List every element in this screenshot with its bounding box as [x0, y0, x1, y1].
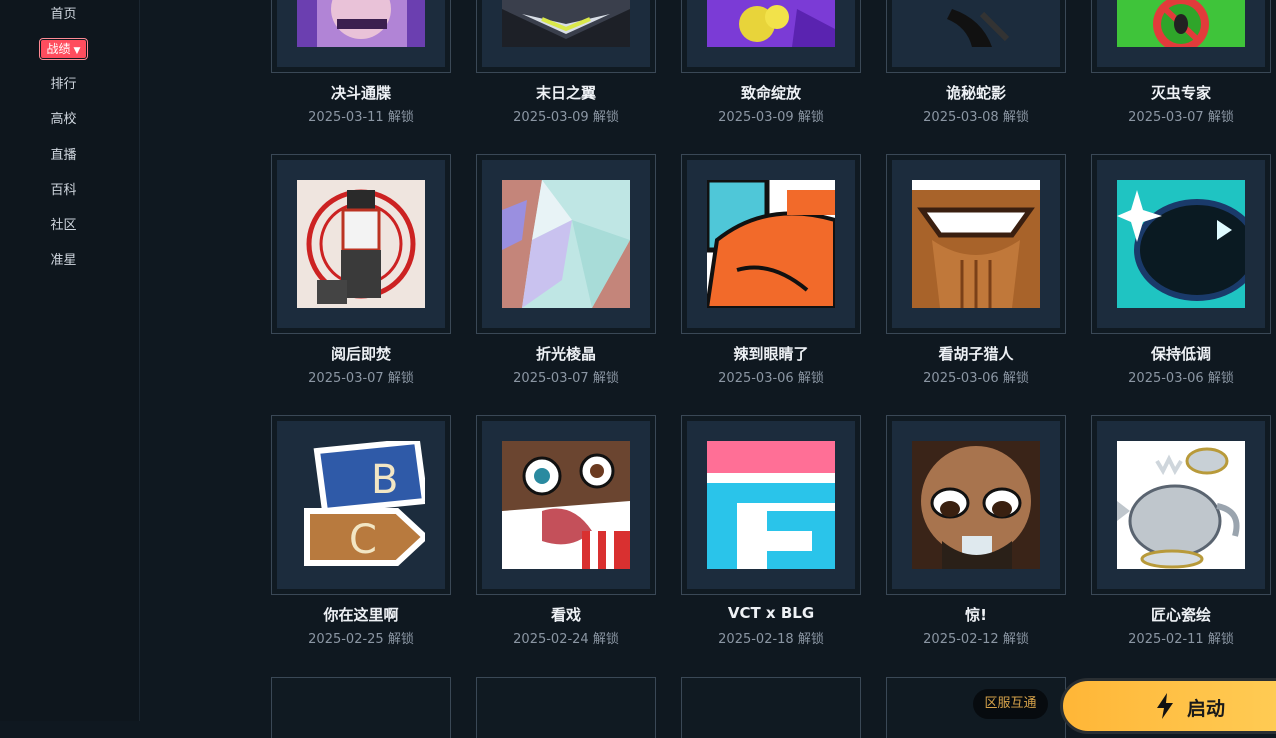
spray-unlock-date: 2025-03-06 解锁 — [1128, 371, 1234, 386]
spray-frame — [271, 154, 451, 334]
spray-frame — [681, 154, 861, 334]
region-interop-badge[interactable]: 区服互通 — [973, 689, 1048, 719]
spray-unlock-date: 2025-02-24 解锁 — [513, 632, 619, 647]
shadow-snake-spray-icon — [912, 0, 1040, 47]
spicy-eyes-spray-icon — [707, 180, 835, 308]
spray-frame — [886, 0, 1066, 73]
svg-text:B: B — [371, 457, 398, 503]
svg-text:C: C — [349, 517, 377, 563]
spray-title: 灭虫专家 — [1150, 84, 1211, 102]
spray-frame — [886, 415, 1066, 595]
spray-frame — [1091, 154, 1271, 334]
duelist-spray-icon — [297, 0, 425, 47]
deadly-bloom-spray-icon — [707, 0, 835, 47]
prism-spray-icon — [502, 180, 630, 308]
spray-title: 匠心瓷绘 — [1150, 606, 1211, 624]
spray-card-partial[interactable] — [476, 677, 656, 738]
launch-button[interactable]: 启动 — [1060, 678, 1276, 734]
spray-frame — [1091, 0, 1271, 73]
spray-frame — [886, 154, 1066, 334]
spray-title: 惊! — [965, 606, 987, 624]
spray-title: 辣到眼睛了 — [733, 345, 809, 363]
spray-title: 折光棱晶 — [535, 345, 596, 363]
spray-unlock-date: 2025-03-09 解锁 — [718, 110, 824, 125]
beard-hunter-spray-icon — [912, 180, 1040, 308]
spray-card-partial[interactable] — [271, 677, 451, 738]
spray-unlock-date: 2025-03-06 解锁 — [718, 371, 824, 386]
spray-title: 决斗通牒 — [330, 84, 391, 102]
spray-frame — [1091, 415, 1271, 595]
spray-frame — [476, 415, 656, 595]
spray-unlock-date: 2025-03-07 解锁 — [1128, 110, 1234, 125]
spray-title: 保持低调 — [1150, 345, 1211, 363]
doom-wing-spray-icon — [502, 0, 630, 47]
spray-frame: BC — [271, 415, 451, 595]
vct-blg-spray-icon — [707, 441, 835, 569]
spray-title: VCT x BLG — [727, 604, 815, 622]
launch-button-label: 启动 — [1187, 698, 1226, 720]
popcorn-spray-icon — [502, 441, 630, 569]
spray-unlock-date: 2025-03-11 解锁 — [308, 110, 414, 125]
spray-unlock-date: 2025-02-11 解锁 — [1128, 632, 1234, 647]
spray-title: 看胡子猎人 — [938, 345, 1014, 363]
spray-unlock-date: 2025-02-12 解锁 — [923, 632, 1029, 647]
teapot-spray-icon — [1117, 441, 1245, 569]
spray-title: 阅后即焚 — [330, 345, 391, 363]
bug-exterminator-spray-icon — [1117, 0, 1245, 47]
spray-title: 致命绽放 — [740, 84, 801, 102]
spray-unlock-date: 2025-02-18 解锁 — [718, 632, 824, 647]
low-profile-spray-icon — [1117, 180, 1245, 308]
spray-frame — [271, 0, 451, 73]
spray-title: 末日之翼 — [535, 84, 596, 102]
there-you-are-spray-icon: BC — [297, 441, 425, 569]
shocked-spray-icon — [912, 441, 1040, 569]
spray-frame — [681, 0, 861, 73]
spray-unlock-date: 2025-02-25 解锁 — [308, 632, 414, 647]
spray-frame — [681, 415, 861, 595]
burn-after-reading-spray-icon — [297, 180, 425, 308]
spray-unlock-date: 2025-03-08 解锁 — [923, 110, 1029, 125]
spray-unlock-date: 2025-03-07 解锁 — [308, 371, 414, 386]
spray-title: 看戏 — [550, 606, 581, 624]
spray-title: 诡秘蛇影 — [945, 84, 1006, 102]
spray-title: 你在这里啊 — [323, 606, 399, 624]
spray-unlock-date: 2025-03-07 解锁 — [513, 371, 619, 386]
spray-grid: 决斗通牒 2025-03-11 解锁 末日之翼 2025-03-09 解锁 致命… — [0, 0, 1276, 738]
spray-unlock-date: 2025-03-09 解锁 — [513, 110, 619, 125]
lightning-bolt-icon — [1157, 693, 1173, 719]
spray-frame — [476, 154, 656, 334]
spray-unlock-date: 2025-03-06 解锁 — [923, 371, 1029, 386]
spray-frame — [476, 0, 656, 73]
spray-card-partial[interactable] — [681, 677, 861, 738]
